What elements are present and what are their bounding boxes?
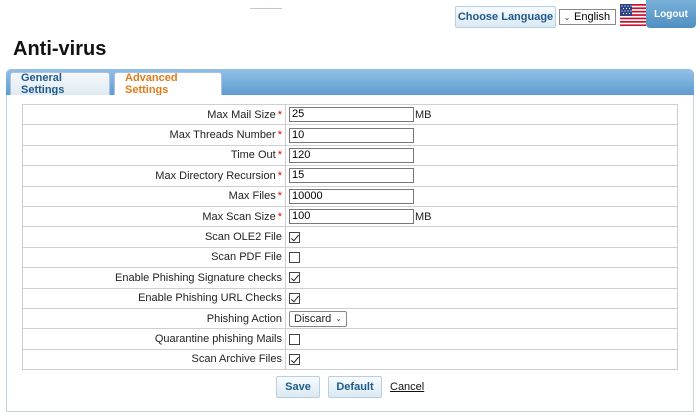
field-label: Max Threads Number <box>169 129 276 142</box>
max-files-input[interactable]: 10000 <box>289 188 414 204</box>
required-marker: * <box>277 129 282 142</box>
tab-general-settings[interactable]: General Settings <box>10 72 110 96</box>
max-scan-size-input[interactable]: 100 <box>289 209 414 225</box>
form-row-quarantine-phishing-mails: Quarantine phishing Mails <box>22 328 678 350</box>
phishing-action-select-value: Discard <box>294 312 332 325</box>
form-actions: Save Default Cancel <box>276 376 424 398</box>
field-label: Max Directory Recursion <box>155 169 276 182</box>
form-row-phishing-action: Phishing Action Discard ⌄ <box>22 307 678 330</box>
field-label: Phishing Action <box>206 312 282 325</box>
chevron-up-icon: ⌃ <box>261 0 271 8</box>
form-row-scan-pdf-file: Scan PDF File <box>22 246 678 269</box>
chevron-down-icon: ⌄ <box>335 314 342 324</box>
default-button[interactable]: Default <box>328 376 382 398</box>
phishing-action-select[interactable]: Discard ⌄ <box>289 310 347 327</box>
page-title: Anti-virus <box>13 38 107 60</box>
field-label: Max Scan Size <box>202 210 276 223</box>
settings-form: Max Mail Size * 25 MB Max Threads Number * … <box>22 103 678 371</box>
field-label: Time Out <box>230 149 276 162</box>
field-label: Scan Archive Files <box>191 353 282 366</box>
required-marker: * <box>277 149 282 162</box>
quarantine-phishing-mails-checkbox[interactable] <box>289 333 300 345</box>
save-button[interactable]: Save <box>276 376 320 398</box>
advanced-settings-panel: Max Mail Size * 25 MB Max Threads Number * … <box>6 95 694 412</box>
tab-bar: General Settings Advanced Settings <box>6 69 694 96</box>
form-row-max-files: Max Files * 10000 <box>22 185 678 207</box>
scan-pdf-file-checkbox[interactable] <box>289 252 300 264</box>
field-label: Quarantine phishing Mails <box>154 332 282 345</box>
form-row-phishing-url-checks: Enable Phishing URL Checks <box>22 287 678 309</box>
language-select[interactable]: ⌄ English <box>559 9 616 25</box>
required-marker: * <box>277 108 282 121</box>
scan-ole2-file-checkbox[interactable] <box>289 231 300 243</box>
field-label: Scan OLE2 File <box>204 231 282 244</box>
cancel-link[interactable]: Cancel <box>390 381 424 393</box>
required-marker: * <box>277 210 282 223</box>
field-label: Enable Phishing Signature checks <box>115 271 282 284</box>
form-row-scan-archive-files: Scan Archive Files <box>22 348 678 371</box>
form-row-max-directory-recursion: Max Directory Recursion * 15 <box>22 165 678 187</box>
tab-advanced-settings[interactable]: Advanced Settings <box>114 72 222 96</box>
language-select-value: English <box>574 11 611 23</box>
phishing-url-checks-checkbox[interactable] <box>289 292 300 304</box>
field-label: Scan PDF File <box>211 251 282 264</box>
field-label: Max Mail Size <box>207 108 276 121</box>
form-row-time-out: Time Out * 120 <box>22 144 678 167</box>
unit-label: MB <box>415 210 432 223</box>
form-row-max-mail-size: Max Mail Size * 25 MB <box>22 103 678 126</box>
us-flag-icon[interactable] <box>620 4 646 26</box>
collapse-handle[interactable]: ⌃ <box>250 0 282 9</box>
required-marker: * <box>277 169 282 182</box>
logout-button[interactable]: Logout <box>646 0 696 28</box>
choose-language-button[interactable]: Choose Language <box>455 6 556 28</box>
form-row-max-threads-number: Max Threads Number * 10 <box>22 124 678 146</box>
time-out-input[interactable]: 120 <box>289 147 414 163</box>
max-threads-number-input[interactable]: 10 <box>289 127 414 143</box>
max-directory-recursion-input[interactable]: 15 <box>289 168 414 184</box>
max-mail-size-input[interactable]: 25 <box>289 107 414 123</box>
unit-label: MB <box>415 108 432 121</box>
field-label: Enable Phishing URL Checks <box>138 292 282 305</box>
field-label: Max Files <box>228 190 276 203</box>
form-row-phishing-signature-checks: Enable Phishing Signature checks <box>22 267 678 289</box>
chevron-down-icon: ⌄ <box>563 12 571 22</box>
required-marker: * <box>277 190 282 203</box>
phishing-signature-checks-checkbox[interactable] <box>289 272 300 284</box>
form-row-scan-ole2-file: Scan OLE2 File <box>22 226 678 248</box>
scan-archive-files-checkbox[interactable] <box>289 353 300 365</box>
form-row-max-scan-size: Max Scan Size * 100 MB <box>22 205 678 228</box>
